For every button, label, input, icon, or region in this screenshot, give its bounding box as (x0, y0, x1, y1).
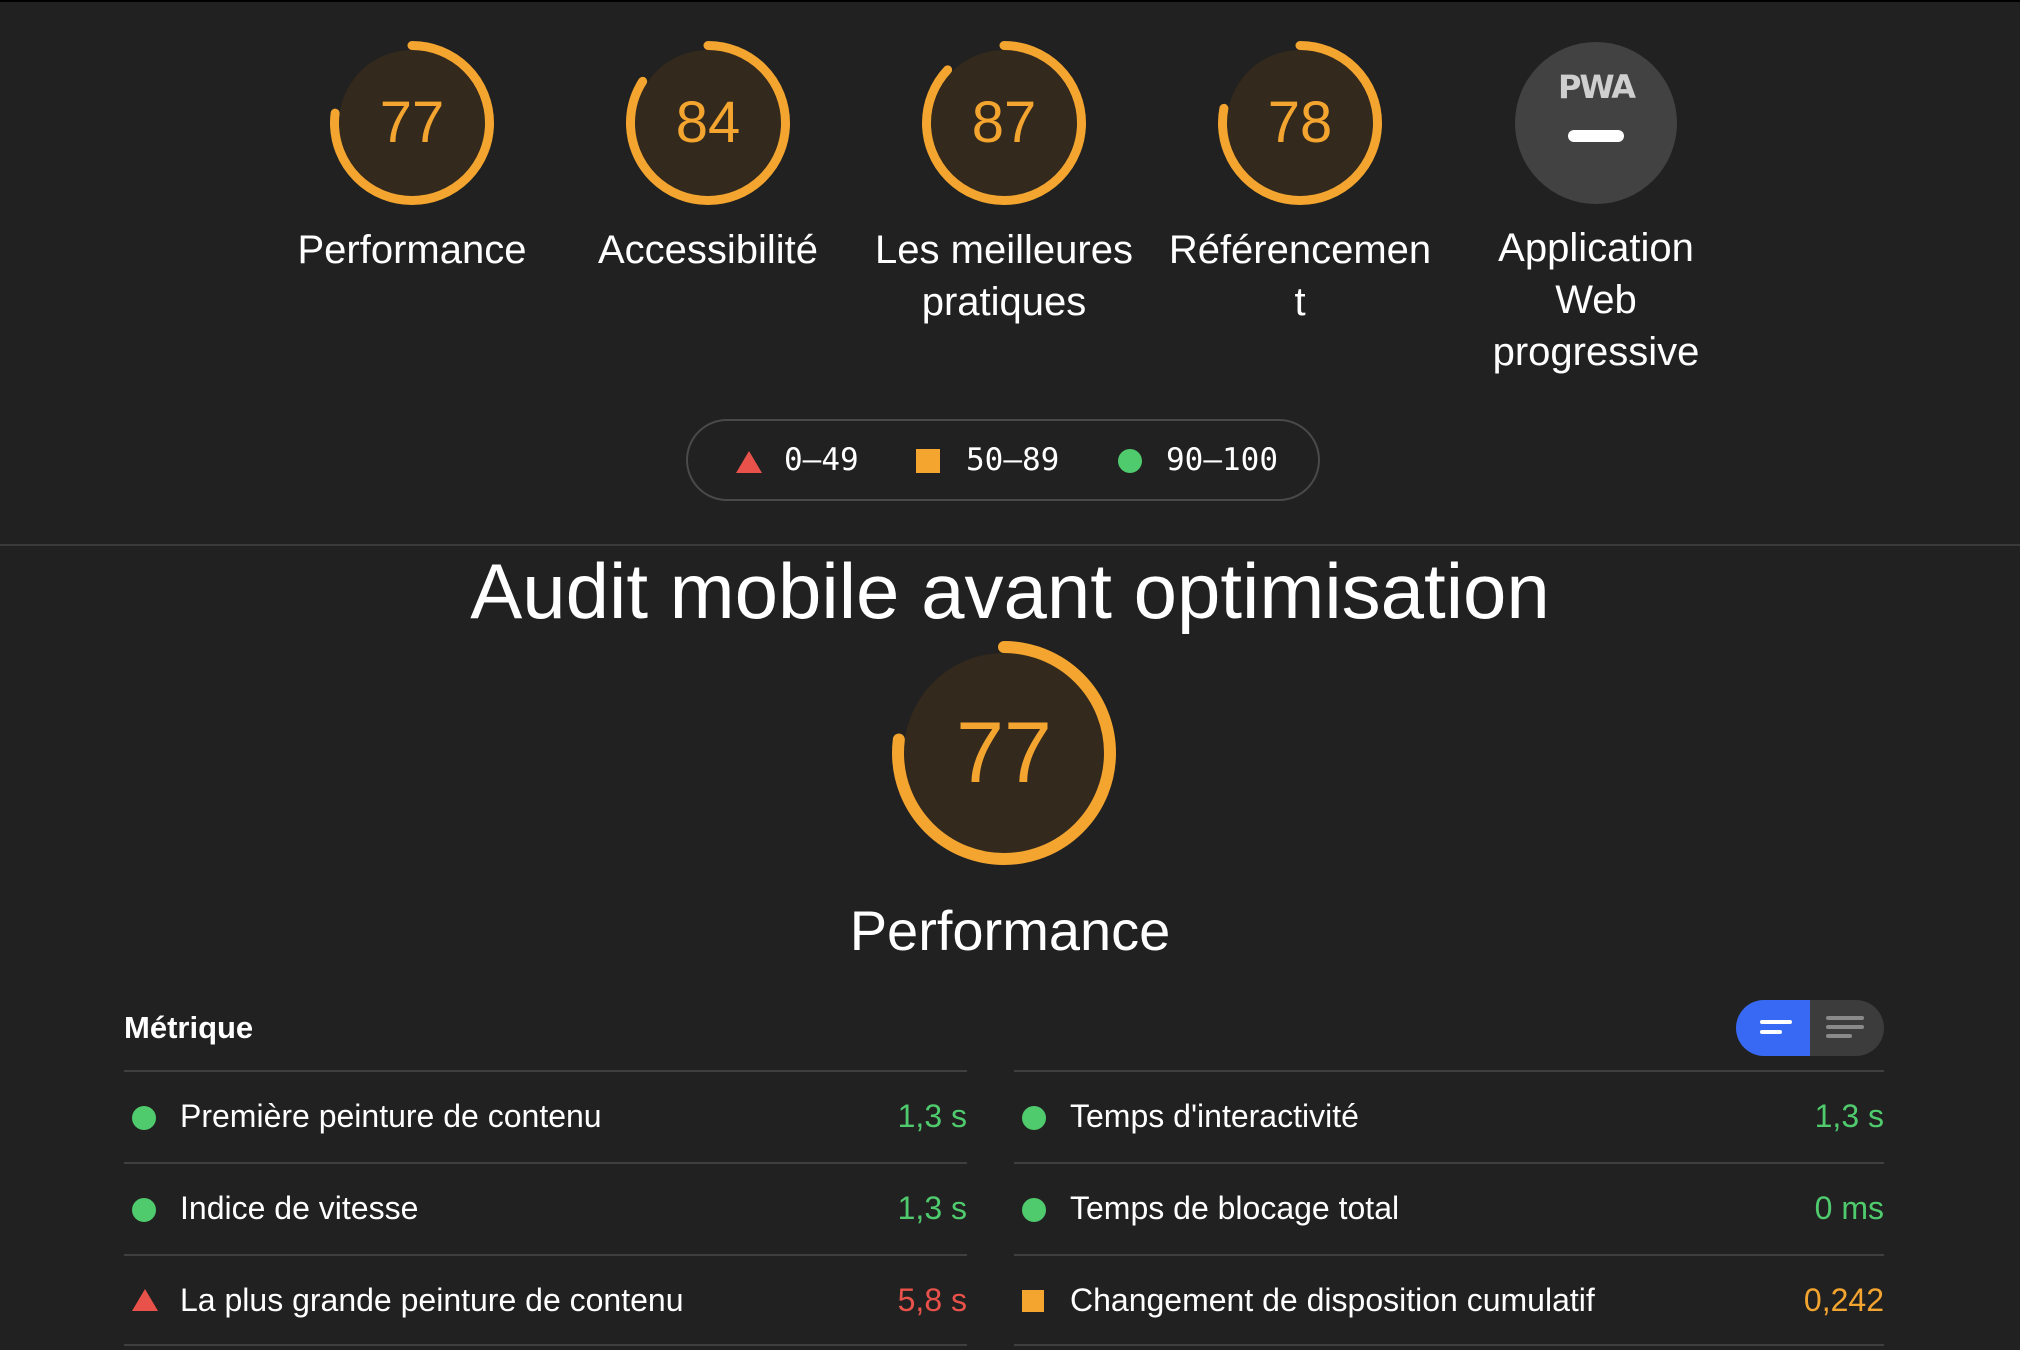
metric-row: Première peinture de contenu 1,3 s (124, 1070, 967, 1162)
score-ring: 77 (329, 40, 495, 206)
metrics-header: Métrique (124, 1010, 254, 1045)
compact-view-button[interactable] (1736, 1000, 1810, 1056)
list-compact-icon (1760, 1020, 1792, 1024)
metric-row: Temps de blocage total 0 ms (1014, 1162, 1884, 1254)
metric-label: La plus grande peinture de contenu (180, 1282, 684, 1318)
pwa-logo-icon: PWA (1557, 68, 1636, 106)
legend-fail-range: 0–49 (784, 442, 859, 478)
pass-circle-icon (1022, 1198, 1046, 1222)
gauge-label: Application Web progressive (1492, 226, 1700, 374)
gauge-accessibility[interactable]: 84 Accessibilité (573, 40, 843, 276)
metric-label: Indice de vitesse (180, 1190, 419, 1226)
average-square-icon (916, 449, 940, 473)
gauge-label: Accessibilité (597, 228, 819, 272)
score-value: 77 (379, 90, 445, 155)
gauge-best-practices[interactable]: 87 Les meilleures pratiques (869, 40, 1139, 328)
page-title: Audit mobile avant optimisation (470, 547, 1550, 635)
metric-value: 0 ms (1814, 1190, 1884, 1226)
gauge-seo[interactable]: 78 Référencement (1165, 40, 1435, 328)
metric-row: Temps d'interactivité 1,3 s (1014, 1070, 1884, 1162)
pass-circle-icon (132, 1198, 156, 1222)
pass-circle-icon (1118, 449, 1142, 473)
score-value: 77 (956, 705, 1052, 801)
gauge-label: Performance (297, 228, 527, 272)
score-legend: 0–49 50–89 90–100 (686, 419, 1320, 501)
metric-row: Indice de vitesse 1,3 s (124, 1162, 967, 1254)
score-value: 84 (675, 90, 741, 155)
category-gauges: 77 Performance 84 Accessibilité 87 Les m… (0, 40, 2020, 380)
list-expanded-icon-line (1826, 1025, 1864, 1029)
average-square-icon (1022, 1290, 1044, 1312)
main-gauge-label: Performance (849, 899, 1171, 962)
metric-value: 1,3 s (897, 1190, 967, 1226)
pass-circle-icon (132, 1106, 156, 1130)
metrics-column-right: Temps d'interactivité 1,3 s Temps de blo… (1014, 1070, 1884, 1346)
score-ring: 87 (921, 40, 1087, 206)
metrics-column-left: Première peinture de contenu 1,3 s Indic… (124, 1070, 967, 1346)
list-expanded-icon-line (1826, 1034, 1852, 1038)
metric-value: 5,8 s (897, 1282, 967, 1318)
metric-value: 0,242 (1803, 1282, 1884, 1318)
metric-label: Temps d'interactivité (1070, 1098, 1359, 1134)
gauge-label: Référencement (1168, 228, 1432, 324)
fail-triangle-icon (132, 1289, 158, 1311)
gauge-pwa[interactable]: PWA Application Web progressive (1461, 40, 1731, 378)
metric-label: Changement de disposition cumulatif (1070, 1282, 1595, 1318)
dash-icon (1568, 130, 1624, 142)
score-ring: 84 (625, 40, 791, 206)
metric-label: Première peinture de contenu (180, 1098, 602, 1134)
metric-row: Changement de disposition cumulatif 0,24… (1014, 1254, 1884, 1346)
pwa-badge: PWA (1515, 42, 1677, 204)
pass-circle-icon (1022, 1106, 1046, 1130)
list-expanded-icon (1826, 1016, 1864, 1020)
metrics-view-toggle[interactable] (1736, 1000, 1884, 1056)
score-value: 87 (971, 90, 1037, 155)
metric-value: 1,3 s (1814, 1098, 1884, 1134)
fail-triangle-icon (736, 451, 762, 473)
expanded-view-button[interactable] (1810, 1000, 1884, 1056)
legend-pass-range: 90–100 (1166, 442, 1278, 478)
score-value: 78 (1267, 90, 1333, 155)
legend-average-range: 50–89 (966, 442, 1060, 478)
metric-value: 1,3 s (897, 1098, 967, 1134)
metric-row: La plus grande peinture de contenu 5,8 s (124, 1254, 967, 1346)
gauge-performance[interactable]: 77 Performance (277, 40, 547, 276)
score-ring: 78 (1217, 40, 1383, 206)
main-performance-gauge: 77 (891, 640, 1117, 866)
top-border (0, 0, 2020, 2)
list-compact-icon-line (1760, 1030, 1782, 1034)
gauge-label: Les meilleures pratiques (875, 228, 1133, 324)
metric-label: Temps de blocage total (1070, 1190, 1400, 1226)
